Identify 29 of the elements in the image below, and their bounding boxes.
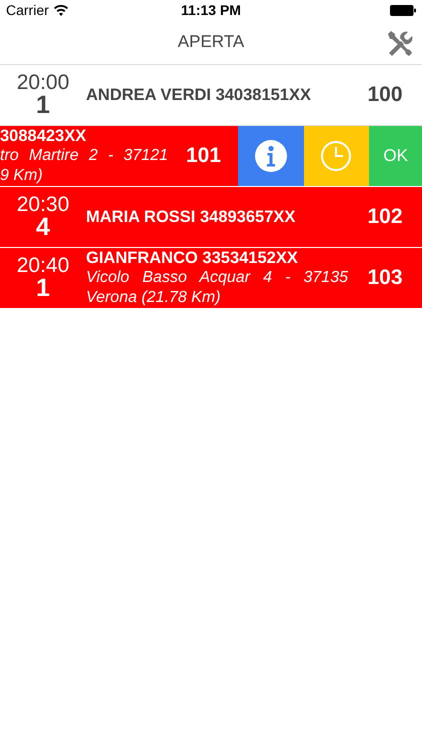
time-text: 20:30 — [16, 194, 70, 215]
address-text: 9 Km) — [0, 166, 44, 185]
battery-icon — [390, 4, 416, 16]
address-text: tro Martire 2 - 37121 — [0, 146, 168, 166]
address-text: Verona (21.78 Km) — [86, 288, 222, 307]
tools-icon[interactable] — [386, 30, 414, 56]
table-number: 100 — [366, 83, 404, 107]
guest-count: 4 — [36, 215, 50, 240]
clock-text: 11:13 PM — [181, 2, 241, 18]
info-icon — [254, 140, 287, 172]
nav-title: APERTA — [178, 32, 244, 52]
time-text: 20:00 — [16, 72, 70, 93]
time-text: 20:40 — [16, 255, 70, 276]
guest-count: 1 — [36, 93, 50, 118]
order-row[interactable]: 3088423XX tro Martire 2 - 37121 9 Km) 101 OK — [0, 126, 422, 187]
guest-name: 3088423XX — [0, 127, 88, 146]
info-button[interactable] — [238, 126, 304, 186]
address-text: Vicolo Basso Acquar 4 - 37135 — [86, 268, 348, 288]
guest-name: ANDREA VERDI 34038151XX — [86, 86, 312, 104]
guest-name: MARIA ROSSI 34893657XX — [86, 208, 296, 226]
table-number: 103 — [366, 266, 404, 290]
carrier-text: Carrier — [6, 2, 49, 18]
guest-count: 1 — [36, 276, 50, 301]
ok-button[interactable]: OK — [369, 126, 422, 186]
table-number: 101 — [185, 144, 222, 168]
table-number: 102 — [366, 205, 404, 229]
wifi-icon — [54, 4, 68, 16]
clock-icon — [320, 140, 352, 172]
guest-name: GIANFRANCO 33534152XX — [86, 249, 299, 268]
